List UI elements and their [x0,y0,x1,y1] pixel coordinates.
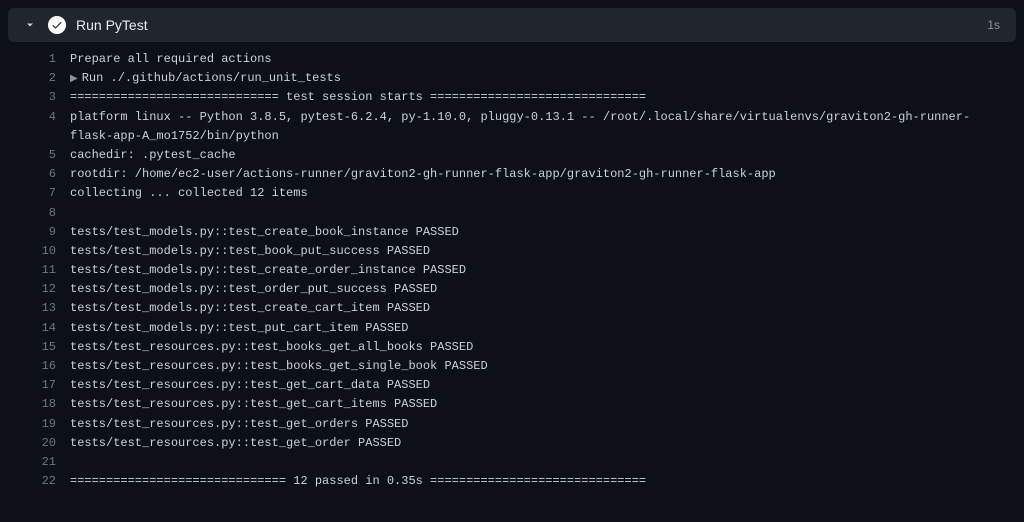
log-text: tests/test_models.py::test_create_order_… [70,261,1008,280]
step-header[interactable]: Run PyTest 1s [8,8,1016,42]
log-output: 1Prepare all required actions2▶Run ./.gi… [0,42,1024,499]
log-line: 22============================== 12 pass… [38,472,1008,491]
line-number: 15 [38,338,70,357]
log-text: cachedir: .pytest_cache [70,146,1008,165]
line-number: 9 [38,223,70,242]
line-number: 16 [38,357,70,376]
line-number: 20 [38,434,70,453]
log-text: tests/test_models.py::test_put_cart_item… [70,319,1008,338]
line-number: 10 [38,242,70,261]
log-line: 18tests/test_resources.py::test_get_cart… [38,395,1008,414]
log-line: 8 [38,204,1008,223]
line-number: 1 [38,50,70,69]
log-line: 13tests/test_models.py::test_create_cart… [38,299,1008,318]
step-title: Run PyTest [76,17,987,33]
log-line: 9tests/test_models.py::test_create_book_… [38,223,1008,242]
line-number: 13 [38,299,70,318]
log-text: Prepare all required actions [70,50,1008,69]
log-line: 6rootdir: /home/ec2-user/actions-runner/… [38,165,1008,184]
line-number: 11 [38,261,70,280]
log-line: 1Prepare all required actions [38,50,1008,69]
log-line: 4platform linux -- Python 3.8.5, pytest-… [38,108,1008,146]
log-line: 12tests/test_models.py::test_order_put_s… [38,280,1008,299]
log-text: tests/test_resources.py::test_get_cart_i… [70,395,1008,414]
log-text: collecting ... collected 12 items [70,184,1008,203]
run-expand-icon[interactable]: ▶ [70,72,82,88]
log-text: ============================= test sessi… [70,88,1008,107]
line-number: 14 [38,319,70,338]
log-text: tests/test_models.py::test_order_put_suc… [70,280,1008,299]
line-number: 22 [38,472,70,491]
line-number: 3 [38,88,70,107]
line-number: 19 [38,415,70,434]
chevron-down-icon [24,19,36,31]
log-line: 20tests/test_resources.py::test_get_orde… [38,434,1008,453]
line-number: 21 [38,453,70,472]
log-line: 21 [38,453,1008,472]
log-text: tests/test_resources.py::test_get_order … [70,434,1008,453]
line-number: 6 [38,165,70,184]
success-check-icon [48,16,66,34]
log-text: platform linux -- Python 3.8.5, pytest-6… [70,108,1008,146]
line-number: 8 [38,204,70,223]
line-number: 7 [38,184,70,203]
log-line: 3============================= test sess… [38,88,1008,107]
line-number: 2 [38,69,70,88]
log-line: 10tests/test_models.py::test_book_put_su… [38,242,1008,261]
log-text: tests/test_resources.py::test_books_get_… [70,357,1008,376]
log-text: ============================== 12 passed… [70,472,1008,491]
log-line: 5cachedir: .pytest_cache [38,146,1008,165]
step-duration: 1s [987,18,1000,32]
log-text: tests/test_models.py::test_create_cart_i… [70,299,1008,318]
line-number: 18 [38,395,70,414]
log-text: tests/test_models.py::test_create_book_i… [70,223,1008,242]
log-line: 15tests/test_resources.py::test_books_ge… [38,338,1008,357]
log-text: tests/test_models.py::test_book_put_succ… [70,242,1008,261]
log-text: rootdir: /home/ec2-user/actions-runner/g… [70,165,1008,184]
log-line: 2▶Run ./.github/actions/run_unit_tests [38,69,1008,88]
log-line: 14tests/test_models.py::test_put_cart_it… [38,319,1008,338]
log-line: 11tests/test_models.py::test_create_orde… [38,261,1008,280]
line-number: 17 [38,376,70,395]
log-line: 7collecting ... collected 12 items [38,184,1008,203]
triangle-right-icon: ▶ [70,72,78,88]
line-number: 4 [38,108,70,127]
log-text: tests/test_resources.py::test_get_orders… [70,415,1008,434]
log-line: 16tests/test_resources.py::test_books_ge… [38,357,1008,376]
log-text: tests/test_resources.py::test_books_get_… [70,338,1008,357]
log-text: ▶Run ./.github/actions/run_unit_tests [70,69,1008,88]
log-line: 19tests/test_resources.py::test_get_orde… [38,415,1008,434]
log-line: 17tests/test_resources.py::test_get_cart… [38,376,1008,395]
log-text: tests/test_resources.py::test_get_cart_d… [70,376,1008,395]
line-number: 5 [38,146,70,165]
line-number: 12 [38,280,70,299]
